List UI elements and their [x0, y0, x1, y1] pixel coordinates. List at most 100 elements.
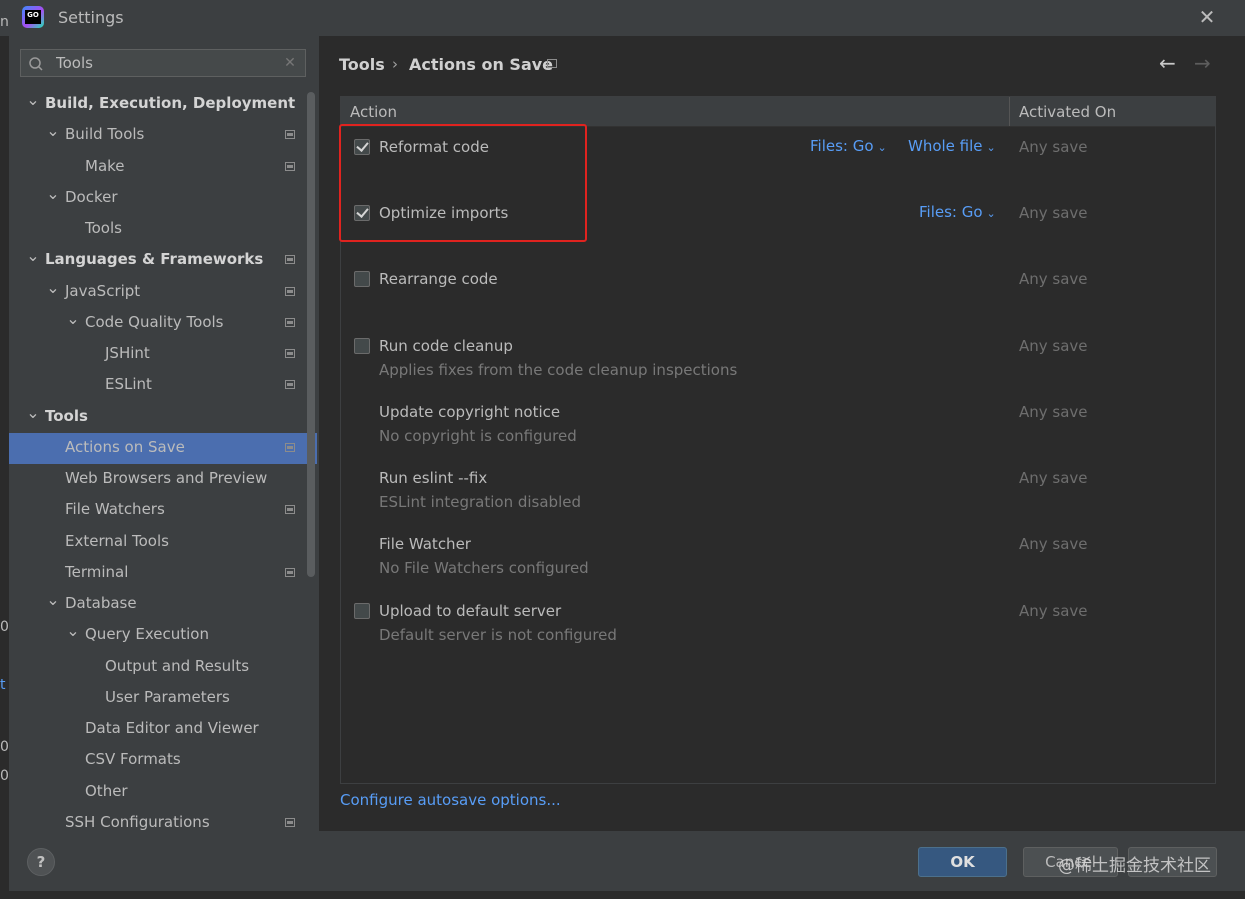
- chevron-down-icon[interactable]: ⌄: [26, 245, 40, 267]
- scope-dropdown-label: Files: Go: [919, 203, 983, 221]
- sidebar-item[interactable]: ⌄ Tools: [9, 402, 317, 433]
- breadcrumb-separator: ›: [392, 55, 398, 73]
- action-label[interactable]: Upload to default server: [379, 602, 561, 620]
- scope-dropdown[interactable]: Whole file ⌄: [908, 137, 996, 155]
- scope-dropdown[interactable]: Files: Go ⌄: [810, 137, 887, 155]
- sidebar-item-label: Docker: [65, 187, 118, 206]
- action-checkbox[interactable]: [354, 603, 370, 619]
- app-icon-label: GO: [25, 10, 41, 24]
- project-level-icon: [285, 567, 295, 577]
- goland-app-icon: GO: [22, 6, 44, 28]
- sidebar-item[interactable]: ⌄ JavaScript: [9, 277, 317, 308]
- sidebar-item[interactable]: Actions on Save: [9, 432, 317, 464]
- action-checkbox[interactable]: [354, 271, 370, 287]
- project-level-icon: [285, 817, 295, 827]
- chevron-down-icon[interactable]: ⌄: [26, 402, 40, 424]
- action-description: Default server is not configured: [379, 626, 617, 644]
- project-level-icon: [285, 255, 295, 265]
- column-divider[interactable]: [1009, 97, 1010, 126]
- action-label: Run eslint --fix: [379, 469, 488, 487]
- sidebar-item-label: ESLint: [105, 375, 152, 394]
- action-label[interactable]: Run code cleanup: [379, 337, 513, 355]
- project-level-icon: [285, 380, 295, 390]
- scope-dropdown[interactable]: Files: Go ⌄: [919, 203, 996, 221]
- sidebar-item[interactable]: Make: [9, 152, 317, 183]
- sidebar-item-label: Database: [65, 594, 137, 612]
- activated-on-value: Any save: [1019, 337, 1088, 355]
- sidebar-item[interactable]: ⌄ Build Tools: [9, 120, 317, 151]
- chevron-down-icon: ⌄: [877, 141, 887, 154]
- scope-dropdown-label: Whole file: [908, 137, 983, 155]
- sidebar-item[interactable]: ⌄ Build, Execution, Deployment: [9, 89, 317, 120]
- chevron-down-icon[interactable]: ⌄: [66, 620, 80, 642]
- action-checkbox[interactable]: [354, 338, 370, 354]
- sidebar-item-label: Web Browsers and Preview: [65, 469, 268, 487]
- forward-arrow-icon[interactable]: →: [1194, 53, 1214, 73]
- background-ide-strip: [0, 36, 9, 891]
- activated-on-value: Any save: [1019, 403, 1088, 421]
- chevron-down-icon[interactable]: ⌄: [46, 589, 60, 611]
- sidebar-item-label: Data Editor and Viewer: [85, 719, 259, 737]
- breadcrumb-parent[interactable]: Tools: [339, 55, 385, 74]
- action-label: File Watcher: [379, 535, 471, 553]
- action-description: ESLint integration disabled: [379, 493, 581, 511]
- activated-on-value: Any save: [1019, 469, 1088, 487]
- clear-search-icon[interactable]: ✕: [283, 55, 297, 71]
- project-level-icon: [285, 349, 295, 358]
- close-icon[interactable]: ✕: [1196, 6, 1218, 28]
- project-level-icon: [285, 317, 295, 327]
- sidebar-item[interactable]: Terminal: [9, 558, 317, 589]
- sidebar-item[interactable]: Web Browsers and Preview: [9, 464, 317, 495]
- sidebar-item-label: Build, Execution, Deployment: [45, 94, 296, 112]
- window-title: Settings: [58, 8, 124, 27]
- sidebar-item-label: Query Execution: [85, 625, 209, 644]
- sidebar-item-label: External Tools: [65, 531, 169, 550]
- sidebar-item[interactable]: ESLint: [9, 370, 317, 401]
- scope-dropdown-label: Files: Go: [810, 137, 874, 155]
- sidebar-item[interactable]: JSHint: [9, 339, 317, 370]
- sidebar-item[interactable]: ⌄ Database: [9, 589, 317, 620]
- sidebar-item[interactable]: Output and Results: [9, 652, 317, 683]
- background-ide-char: n: [0, 14, 9, 30]
- sidebar-item[interactable]: Other: [9, 777, 317, 808]
- window-bottom-edge: [0, 891, 1245, 899]
- help-button[interactable]: ?: [27, 848, 55, 876]
- sidebar-item[interactable]: ⌄ Query Execution: [9, 620, 317, 651]
- chevron-down-icon[interactable]: ⌄: [46, 277, 60, 299]
- chevron-down-icon[interactable]: ⌄: [46, 120, 60, 142]
- sidebar-item[interactable]: Data Editor and Viewer: [9, 714, 317, 745]
- column-header-activated-on[interactable]: Activated On: [1019, 103, 1116, 121]
- sidebar-item[interactable]: File Watchers: [9, 495, 317, 526]
- search-icon[interactable]: [28, 56, 44, 72]
- project-level-icon: [285, 286, 295, 296]
- title-bar: [0, 0, 1245, 36]
- chevron-down-icon[interactable]: ⌄: [66, 308, 80, 330]
- sidebar-item-label: Make: [85, 156, 125, 175]
- sidebar-item-label: Code Quality Tools: [85, 312, 224, 331]
- search-input[interactable]: [56, 52, 266, 74]
- sidebar-item[interactable]: ⌄ Languages & Frameworks: [9, 245, 317, 276]
- back-arrow-icon[interactable]: ←: [1159, 53, 1179, 73]
- chevron-down-icon[interactable]: ⌄: [26, 89, 40, 111]
- ok-button[interactable]: OK: [918, 847, 1007, 877]
- sidebar-item[interactable]: External Tools: [9, 527, 317, 558]
- sidebar-item-label: CSV Formats: [85, 750, 181, 769]
- sidebar-item[interactable]: ⌄ Code Quality Tools: [9, 308, 317, 339]
- sidebar-item[interactable]: User Parameters: [9, 683, 317, 714]
- action-description: No File Watchers configured: [379, 559, 589, 577]
- activated-on-value: Any save: [1019, 204, 1088, 222]
- sidebar-scrollbar[interactable]: [307, 92, 315, 577]
- sidebar-item[interactable]: ⌄ Docker: [9, 183, 317, 214]
- activated-on-value: Any save: [1019, 270, 1088, 288]
- configure-autosave-link[interactable]: Configure autosave options...: [340, 791, 561, 809]
- action-description: Applies fixes from the code cleanup insp…: [379, 361, 738, 379]
- column-header-action[interactable]: Action: [350, 103, 397, 121]
- sidebar-item-label: Terminal: [65, 562, 129, 581]
- sidebar-item-label: JSHint: [105, 344, 150, 362]
- sidebar-item[interactable]: Tools: [9, 214, 317, 245]
- action-label[interactable]: Rearrange code: [379, 270, 498, 288]
- sidebar-item[interactable]: CSV Formats: [9, 745, 317, 776]
- sidebar-item-label: Tools: [45, 406, 88, 425]
- activated-on-value: Any save: [1019, 138, 1088, 156]
- chevron-down-icon[interactable]: ⌄: [46, 183, 60, 205]
